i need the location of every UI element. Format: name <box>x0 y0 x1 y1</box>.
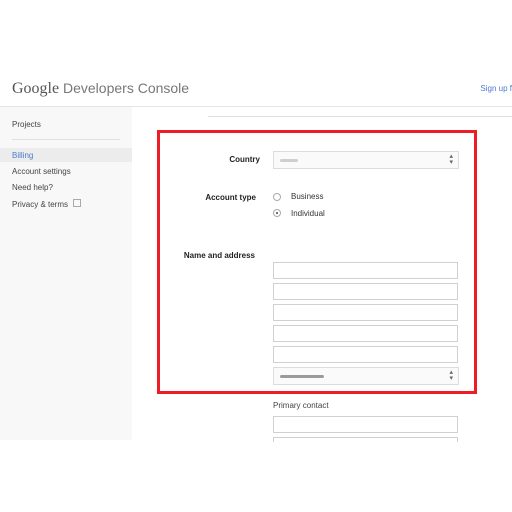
sidebar-item-account-settings[interactable]: Account settings <box>12 167 71 176</box>
sidebar-item-need-help[interactable]: Need help? <box>12 183 53 192</box>
sidebar-item-privacy-terms[interactable]: Privacy & terms <box>12 199 82 209</box>
primary-contact-field-2[interactable] <box>273 437 458 442</box>
sidebar-item-projects[interactable]: Projects <box>12 120 41 129</box>
sidebar-divider <box>12 139 120 140</box>
sidebar-item-billing[interactable]: Billing <box>12 151 33 160</box>
annotation-highlight-box <box>157 130 477 394</box>
brand-google: Google <box>12 80 60 97</box>
app-header: Google Developers Console Sign up f <box>0 66 512 107</box>
sidebar: Projects Billing Account settings Need h… <box>0 107 132 440</box>
content-top-divider <box>208 116 512 117</box>
external-link-icon <box>73 199 82 207</box>
primary-contact-field[interactable] <box>273 416 458 433</box>
sign-up-link[interactable]: Sign up f <box>480 84 512 93</box>
brand-product: Developers Console <box>59 80 190 96</box>
brand-logo[interactable]: Google Developers Console <box>12 80 189 98</box>
sidebar-item-label: Privacy & terms <box>12 200 69 209</box>
primary-contact-label: Primary contact <box>273 401 329 410</box>
